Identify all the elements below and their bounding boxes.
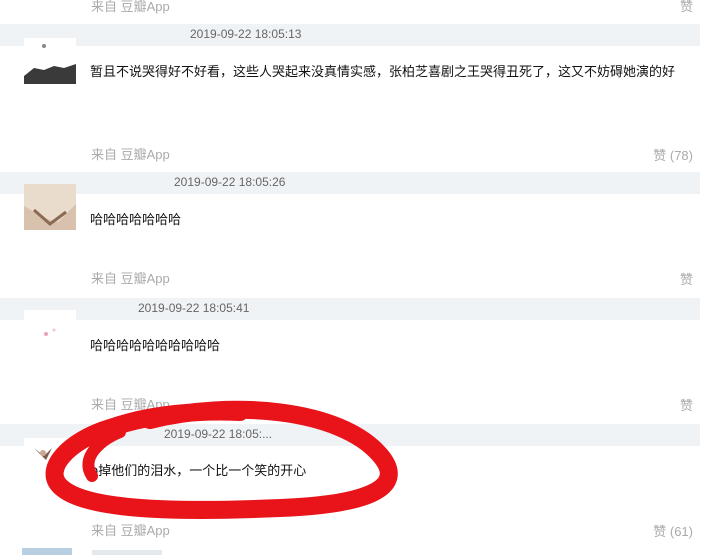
like-button[interactable]: 赞 (78) — [653, 145, 693, 164]
comment-text-partial — [92, 550, 162, 555]
avatar[interactable] — [24, 310, 76, 356]
avatar[interactable] — [24, 184, 76, 230]
comment-meta-bar — [0, 172, 700, 194]
comment-timestamp: 2019-09-22 18:05:41 — [138, 301, 250, 315]
like-button[interactable]: 赞 (61) — [653, 521, 693, 540]
comment-meta-bar — [0, 298, 700, 320]
comment-source: 来自 豆瓣App — [91, 523, 170, 538]
comment-source: 来自 豆瓣App — [91, 271, 170, 286]
avatar[interactable] — [24, 38, 76, 84]
like-button[interactable]: 赞 — [680, 0, 693, 15]
next-comment-partial — [0, 542, 705, 555]
comment-text: 哈哈哈哈哈哈哈 — [90, 213, 182, 228]
comment-meta-bar — [0, 24, 700, 46]
like-button[interactable]: 赞 — [680, 269, 693, 288]
comment-timestamp: 2019-09-22 18:05:26 — [174, 175, 286, 189]
like-button[interactable]: 赞 — [680, 395, 693, 414]
comment-text: p掉他们的泪水，一个比一个笑的开心 — [90, 464, 307, 479]
avatar[interactable] — [22, 548, 72, 555]
comment-meta-bar — [0, 424, 700, 446]
comment-timestamp: 2019-09-22 18:05:... — [164, 427, 273, 441]
comment-item: 2019-09-22 18:05:26 哈哈哈哈哈哈哈 来自 豆瓣App 赞 — [0, 172, 705, 298]
comment-source: 来自 豆瓣App — [91, 147, 170, 162]
comment-item: 2019-09-22 18:05:13 暂且不说哭得好不好看，这些人哭起来没真情… — [0, 24, 705, 163]
comment-source: 来自 豆瓣App — [91, 397, 170, 412]
comment-text: 暂且不说哭得好不好看，这些人哭起来没真情实感，张柏芝喜剧之王哭得丑死了，这又不妨… — [90, 65, 676, 80]
comment-timestamp: 2019-09-22 18:05:13 — [190, 27, 302, 41]
comment-source: 来自 豆瓣App — [91, 0, 170, 14]
comment-item: 2019-09-22 18:05:... p掉他们的泪水，一个比一个笑的开心 来… — [0, 424, 705, 550]
comment-item: 2019-09-22 18:05:41 哈哈哈哈哈哈哈哈哈哈 来自 豆瓣App … — [0, 298, 705, 424]
comment-text: 哈哈哈哈哈哈哈哈哈哈 — [90, 339, 221, 354]
avatar[interactable] — [24, 438, 76, 484]
